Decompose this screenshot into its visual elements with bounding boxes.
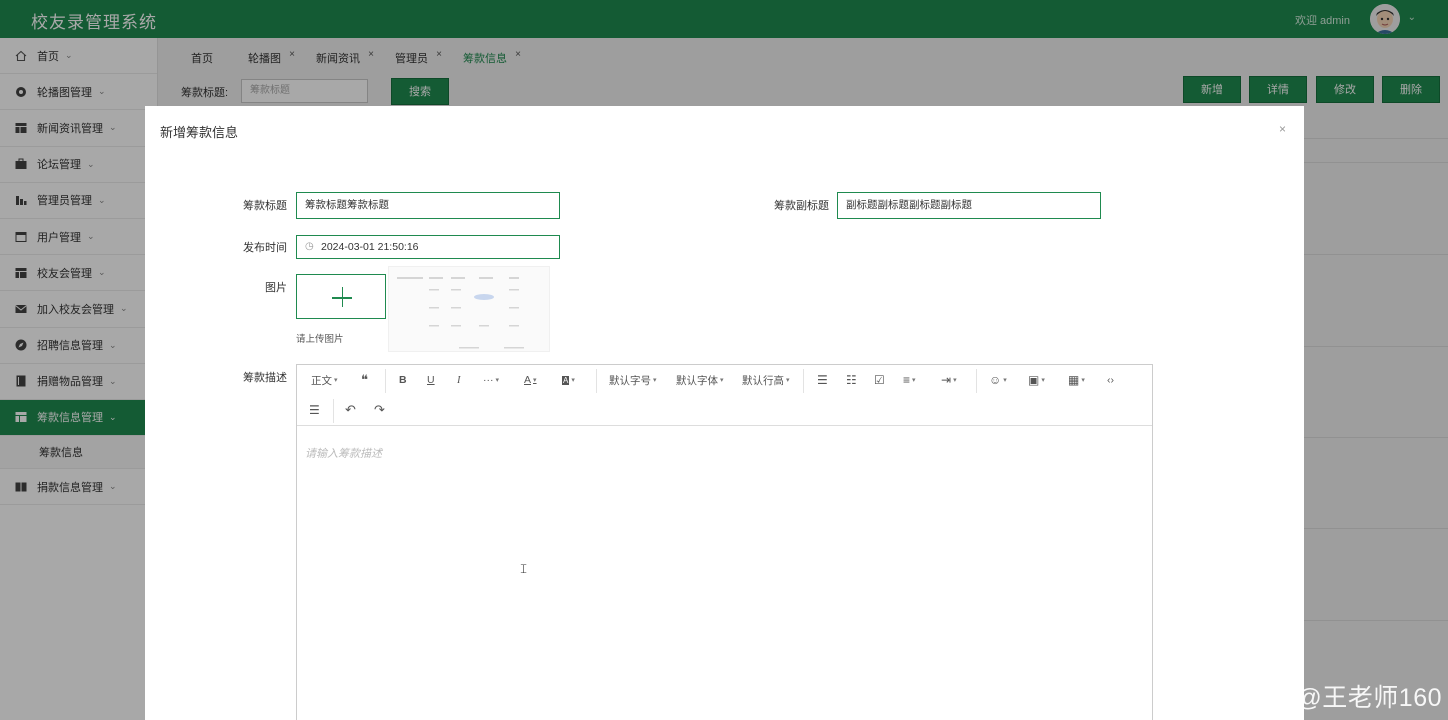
more-icon[interactable]: ··· ▾ bbox=[483, 372, 499, 388]
rich-text-editor: 正文 ▾ ❝ B U I ··· ▾ A ▾ A ▾ 默认字号 ▾ 默认字体 ▾ 默认行高 ▾… bbox=[296, 364, 1153, 720]
watermark: CSDN @王老师160 bbox=[1216, 684, 1442, 712]
image-upload-hint: 请上传图片 bbox=[296, 334, 344, 345]
close-icon[interactable]: × bbox=[1279, 122, 1286, 136]
uploaded-image-thumbnail bbox=[388, 266, 550, 352]
subtitle-field[interactable]: 副标题副标题副标题副标题 bbox=[837, 192, 1101, 219]
title-field[interactable]: 筹款标题筹款标题 bbox=[296, 192, 560, 219]
editor-toolbar: 正文 ▾ ❝ B U I ··· ▾ A ▾ A ▾ 默认字号 ▾ 默认字体 ▾ 默认行高 ▾… bbox=[297, 365, 1152, 426]
align-icon[interactable]: ≡ ▾ bbox=[903, 372, 916, 388]
code-icon[interactable]: ‹› bbox=[1107, 372, 1114, 388]
line-height-select[interactable]: 默认行高 ▾ bbox=[742, 372, 790, 388]
subtitle-label: 筹款副标题 bbox=[774, 200, 829, 212]
bulleted-list-icon[interactable]: ☰ bbox=[817, 372, 828, 388]
clock-icon: ◷ bbox=[305, 241, 314, 252]
description-editor-area[interactable]: 请输入筹款描述 bbox=[305, 445, 382, 461]
publish-time-picker[interactable]: ◷ 2024-03-01 21:50:16 bbox=[296, 235, 560, 259]
todo-icon[interactable]: ☑ bbox=[874, 372, 885, 388]
publish-time-value: 2024-03-01 21:50:16 bbox=[321, 241, 419, 253]
image-icon[interactable]: ▣ ▾ bbox=[1028, 372, 1045, 388]
title-label: 筹款标题 bbox=[243, 200, 287, 212]
add-fundraising-dialog: 新增筹款信息 × 筹款标题 筹款标题筹款标题 筹款副标题 副标题副标题副标题副标… bbox=[145, 106, 1304, 720]
dialog-title: 新增筹款信息 bbox=[160, 125, 239, 140]
paragraph-select[interactable]: 正文 ▾ bbox=[311, 372, 338, 388]
italic-icon[interactable]: I bbox=[457, 372, 461, 388]
font-color-icon[interactable]: A ▾ bbox=[524, 372, 537, 388]
description-label: 筹款描述 bbox=[243, 372, 287, 384]
text-cursor-icon: 𝙸 bbox=[519, 561, 529, 576]
underline-icon[interactable]: U bbox=[427, 372, 435, 388]
undo-icon[interactable]: ↶ bbox=[345, 402, 356, 418]
quote-icon[interactable]: ❝ bbox=[361, 372, 368, 388]
emoji-icon[interactable]: ☺ ▾ bbox=[989, 372, 1007, 388]
bold-icon[interactable]: B bbox=[399, 372, 407, 388]
background-color-icon[interactable]: A ▾ bbox=[562, 372, 575, 388]
indent-icon[interactable]: ⇥ ▾ bbox=[941, 372, 957, 388]
redo-icon[interactable]: ↷ bbox=[374, 402, 385, 418]
font-size-select[interactable]: 默认字号 ▾ bbox=[609, 372, 657, 388]
font-family-select[interactable]: 默认字体 ▾ bbox=[676, 372, 724, 388]
publish-time-label: 发布时间 bbox=[243, 242, 287, 254]
image-upload-button[interactable] bbox=[296, 274, 386, 319]
table-icon[interactable]: ▦ ▾ bbox=[1068, 372, 1085, 388]
image-label: 图片 bbox=[265, 282, 287, 294]
divider-icon[interactable]: ☰ bbox=[309, 402, 320, 418]
numbered-list-icon[interactable]: ☷ bbox=[846, 372, 857, 388]
